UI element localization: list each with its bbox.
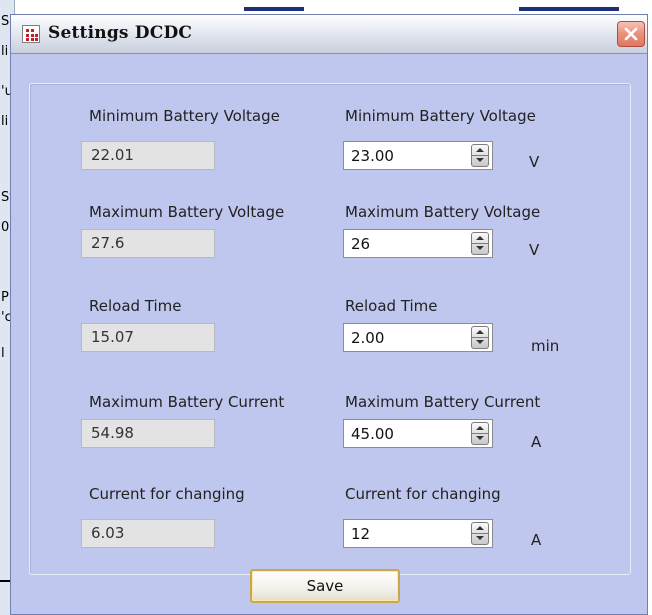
current-label-min-voltage: Minimum Battery Voltage xyxy=(89,107,280,125)
background-top-bar xyxy=(14,0,652,12)
max-current-input[interactable] xyxy=(344,420,464,447)
current-value-charging-current: 6.03 xyxy=(81,519,215,548)
unit-max-voltage: V xyxy=(529,241,540,259)
spin-down-icon[interactable] xyxy=(472,534,488,544)
spin-up-icon[interactable] xyxy=(472,327,488,338)
close-button[interactable] xyxy=(617,21,645,47)
spinner-arrows[interactable] xyxy=(471,522,489,545)
spinner-arrows[interactable] xyxy=(471,326,489,349)
setting-label-charging-current: Current for changing xyxy=(345,485,501,503)
background-text: li xyxy=(1,44,9,59)
unit-max-current: A xyxy=(531,433,542,451)
spinner-arrows[interactable] xyxy=(471,144,489,167)
charging-current-spinner[interactable] xyxy=(343,519,493,548)
unit-min-voltage: V xyxy=(529,153,540,171)
spin-up-icon[interactable] xyxy=(472,423,488,434)
background-text: S xyxy=(1,14,10,29)
background-bar-segment xyxy=(244,7,304,11)
dialog-title: Settings DCDC xyxy=(48,23,193,43)
background-bar-segment xyxy=(519,7,619,11)
current-label-max-current: Maximum Battery Current xyxy=(89,393,285,411)
background-text: li xyxy=(1,114,9,129)
background-text: P xyxy=(1,290,9,305)
min-voltage-input[interactable] xyxy=(344,142,464,169)
background-text: l xyxy=(1,346,5,361)
setting-label-max-voltage: Maximum Battery Voltage xyxy=(345,203,541,221)
spin-down-icon[interactable] xyxy=(472,434,488,444)
spin-up-icon[interactable] xyxy=(472,145,488,156)
current-label-max-voltage: Maximum Battery Voltage xyxy=(89,203,285,221)
max-voltage-input[interactable] xyxy=(344,230,464,257)
current-value-max-current: 54.98 xyxy=(81,419,215,448)
save-button[interactable]: Save xyxy=(250,569,400,603)
current-value-min-voltage: 22.01 xyxy=(81,141,215,170)
unit-reload-time: min xyxy=(531,337,560,355)
current-label-reload-time: Reload Time xyxy=(89,297,182,315)
title-bar[interactable]: Settings DCDC xyxy=(11,15,647,54)
settings-dialog: Settings DCDC Minimum Battery Voltage 22… xyxy=(10,14,648,615)
spin-down-icon[interactable] xyxy=(472,338,488,348)
current-label-charging-current: Current for changing xyxy=(89,485,245,503)
min-voltage-spinner[interactable] xyxy=(343,141,493,170)
setting-label-max-current: Maximum Battery Current xyxy=(345,393,541,411)
close-icon xyxy=(624,27,638,41)
grid-app-icon xyxy=(22,25,40,43)
spin-down-icon[interactable] xyxy=(472,156,488,166)
spin-down-icon[interactable] xyxy=(472,244,488,254)
spinner-arrows[interactable] xyxy=(471,422,489,445)
max-voltage-spinner[interactable] xyxy=(343,229,493,258)
reload-time-input[interactable] xyxy=(344,324,464,351)
reload-time-spinner[interactable] xyxy=(343,323,493,352)
max-current-spinner[interactable] xyxy=(343,419,493,448)
spin-up-icon[interactable] xyxy=(472,233,488,244)
setting-label-reload-time: Reload Time xyxy=(345,297,438,315)
charging-current-input[interactable] xyxy=(344,520,464,547)
current-value-reload-time: 15.07 xyxy=(81,323,215,352)
current-value-max-voltage: 27.6 xyxy=(81,229,215,258)
spin-up-icon[interactable] xyxy=(472,523,488,534)
setting-label-min-voltage: Minimum Battery Voltage xyxy=(345,107,536,125)
background-text: 0 xyxy=(1,220,10,235)
unit-charging-current: A xyxy=(531,531,542,549)
spinner-arrows[interactable] xyxy=(471,232,489,255)
